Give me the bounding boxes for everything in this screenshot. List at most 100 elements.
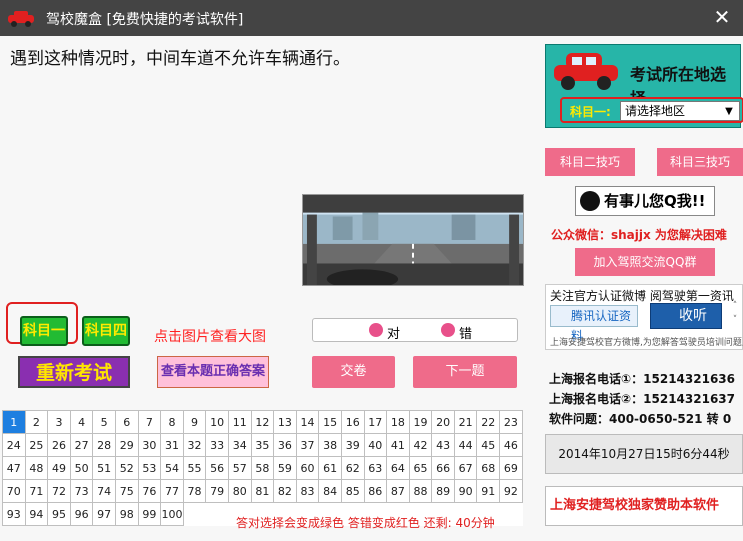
question-number-cell[interactable]: 94 [24, 502, 49, 526]
question-number-cell[interactable]: 99 [137, 502, 162, 526]
join-qq-group-button[interactable]: 加入驾照交流QQ群 [575, 248, 715, 276]
question-number-cell[interactable]: 77 [160, 479, 184, 503]
question-number-cell[interactable]: 48 [24, 456, 49, 480]
question-number-cell[interactable]: 87 [386, 479, 410, 503]
question-number-cell[interactable]: 53 [137, 456, 162, 480]
wrong-radio[interactable] [441, 323, 455, 337]
question-number-cell[interactable]: 62 [340, 456, 365, 480]
question-number-cell[interactable]: 35 [250, 433, 275, 457]
qq-contact-button[interactable]: 有事儿您Q我!! [575, 186, 715, 216]
question-number-cell[interactable]: 49 [47, 456, 71, 480]
question-number-cell[interactable]: 44 [453, 433, 478, 457]
question-number-cell[interactable]: 63 [363, 456, 388, 480]
question-number-cell[interactable]: 30 [137, 433, 162, 457]
question-number-cell[interactable]: 25 [24, 433, 49, 457]
region-select[interactable]: 科目一: 请选择地区 ▼ [560, 97, 743, 123]
question-number-cell[interactable]: 100 [160, 502, 184, 526]
question-number-cell[interactable]: 85 [340, 479, 365, 503]
sponsor-banner[interactable]: 上海安捷驾校独家赞助本软件 [545, 486, 743, 526]
question-number-cell[interactable]: 95 [47, 502, 71, 526]
question-number-cell[interactable]: 42 [408, 433, 433, 457]
question-number-cell[interactable]: 9 [182, 410, 207, 434]
question-number-cell[interactable]: 67 [453, 456, 478, 480]
question-number-cell[interactable]: 91 [476, 479, 501, 503]
question-number-cell[interactable]: 46 [499, 433, 523, 457]
question-number-cell[interactable]: 45 [476, 433, 501, 457]
subject4-button[interactable]: 科目四 [82, 316, 130, 346]
chevron-down-icon[interactable]: ▼ [721, 104, 737, 120]
question-number-cell[interactable]: 83 [295, 479, 320, 503]
close-icon[interactable]: ✕ [711, 6, 733, 28]
question-number-cell[interactable]: 6 [114, 410, 139, 434]
question-number-cell[interactable]: 58 [250, 456, 275, 480]
question-number-cell[interactable]: 2 [24, 410, 49, 434]
question-number-cell[interactable]: 96 [69, 502, 94, 526]
question-number-cell[interactable]: 26 [47, 433, 71, 457]
question-number-cell[interactable]: 84 [318, 479, 342, 503]
question-number-cell[interactable]: 81 [250, 479, 275, 503]
question-number-cell[interactable]: 82 [273, 479, 297, 503]
question-number-cell[interactable]: 8 [160, 410, 184, 434]
question-number-cell[interactable]: 55 [182, 456, 207, 480]
question-number-cell[interactable]: 60 [295, 456, 320, 480]
question-number-cell[interactable]: 13 [273, 410, 297, 434]
question-number-cell[interactable]: 51 [92, 456, 116, 480]
question-number-cell[interactable]: 10 [205, 410, 229, 434]
question-number-cell[interactable]: 52 [114, 456, 139, 480]
question-number-cell[interactable]: 64 [386, 456, 410, 480]
subject3-tips-button[interactable]: 科目三技巧 [657, 148, 743, 176]
question-number-cell[interactable]: 36 [273, 433, 297, 457]
question-number-cell[interactable]: 89 [431, 479, 455, 503]
question-number-cell[interactable]: 23 [499, 410, 523, 434]
question-number-cell[interactable]: 70 [2, 479, 26, 503]
question-number-cell[interactable]: 74 [92, 479, 116, 503]
question-number-cell[interactable]: 22 [476, 410, 501, 434]
question-number-cell[interactable]: 5 [92, 410, 116, 434]
question-number-cell[interactable]: 27 [69, 433, 94, 457]
question-number-cell[interactable]: 20 [431, 410, 455, 434]
question-number-cell[interactable]: 37 [295, 433, 320, 457]
question-number-cell[interactable]: 72 [47, 479, 71, 503]
question-number-cell[interactable]: 3 [47, 410, 71, 434]
question-number-cell[interactable]: 1 [2, 410, 26, 434]
question-number-cell[interactable]: 43 [431, 433, 455, 457]
question-number-cell[interactable]: 65 [408, 456, 433, 480]
question-number-cell[interactable]: 97 [92, 502, 116, 526]
question-number-cell[interactable]: 39 [340, 433, 365, 457]
question-number-cell[interactable]: 12 [250, 410, 275, 434]
question-number-cell[interactable]: 54 [160, 456, 184, 480]
submit-button[interactable]: 交卷 [312, 356, 395, 388]
question-number-cell[interactable]: 28 [92, 433, 116, 457]
question-number-cell[interactable]: 31 [160, 433, 184, 457]
question-number-cell[interactable]: 98 [114, 502, 139, 526]
retest-button[interactable]: 重新考试 [18, 356, 130, 388]
question-number-cell[interactable]: 7 [137, 410, 162, 434]
question-number-cell[interactable]: 21 [453, 410, 478, 434]
question-number-cell[interactable]: 32 [182, 433, 207, 457]
question-number-cell[interactable]: 14 [295, 410, 320, 434]
question-number-cell[interactable]: 66 [431, 456, 455, 480]
question-number-cell[interactable]: 19 [408, 410, 433, 434]
question-number-cell[interactable]: 57 [227, 456, 252, 480]
question-number-cell[interactable]: 79 [205, 479, 229, 503]
question-number-cell[interactable]: 73 [69, 479, 94, 503]
question-number-cell[interactable]: 34 [227, 433, 252, 457]
question-number-cell[interactable]: 50 [69, 456, 94, 480]
question-number-cell[interactable]: 88 [408, 479, 433, 503]
question-number-cell[interactable]: 56 [205, 456, 229, 480]
question-number-cell[interactable]: 69 [499, 456, 523, 480]
question-number-cell[interactable]: 33 [205, 433, 229, 457]
question-number-cell[interactable]: 11 [227, 410, 252, 434]
weibo-verify-button[interactable]: 腾讯认证资料 [550, 305, 638, 343]
subject1-button[interactable]: 科目一 [20, 316, 68, 346]
right-radio[interactable] [369, 323, 383, 337]
question-number-cell[interactable]: 92 [499, 479, 523, 503]
question-number-cell[interactable]: 16 [340, 410, 365, 434]
question-number-cell[interactable]: 68 [476, 456, 501, 480]
question-number-cell[interactable]: 76 [137, 479, 162, 503]
question-number-cell[interactable]: 47 [2, 456, 26, 480]
question-number-cell[interactable]: 4 [69, 410, 94, 434]
question-image[interactable] [302, 194, 524, 286]
question-number-cell[interactable]: 17 [363, 410, 388, 434]
weibo-follow-button[interactable]: 收听 [650, 303, 722, 329]
